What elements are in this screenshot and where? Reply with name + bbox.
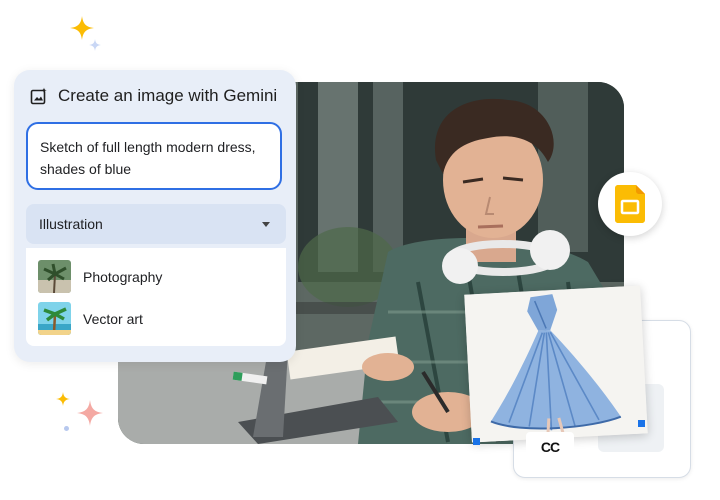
google-slides-badge [598,172,662,236]
style-select-value: Illustration [39,216,103,232]
selection-handle[interactable] [638,420,645,427]
style-dropdown-menu: Photography Vector art [26,248,286,346]
style-select[interactable]: Illustration [26,204,286,244]
option-vector-art[interactable]: Vector art [38,302,143,335]
generated-dress-image[interactable] [464,285,648,443]
sparkle-icon [56,392,70,406]
selection-handle[interactable] [473,438,480,445]
option-label: Photography [83,268,163,285]
vector-art-thumbnail [38,302,71,335]
brand-logo: CC [526,432,574,462]
panel-title: Create an image with Gemini [58,86,278,105]
option-label: Vector art [83,310,143,327]
prompt-input[interactable]: Sketch of full length modern dress, shad… [26,122,282,190]
sparkle-icon [70,16,94,40]
sparkle-dot [64,426,69,431]
sparkle-icon [89,39,101,51]
image-sparkle-icon [30,87,47,105]
photography-thumbnail [38,260,71,293]
chevron-down-icon [262,221,270,227]
sparkle-icon [77,400,103,426]
dress-illustration [464,285,648,443]
google-slides-icon [615,185,645,223]
panel-header: Create an image with Gemini [30,84,277,108]
option-photography[interactable]: Photography [38,260,162,293]
